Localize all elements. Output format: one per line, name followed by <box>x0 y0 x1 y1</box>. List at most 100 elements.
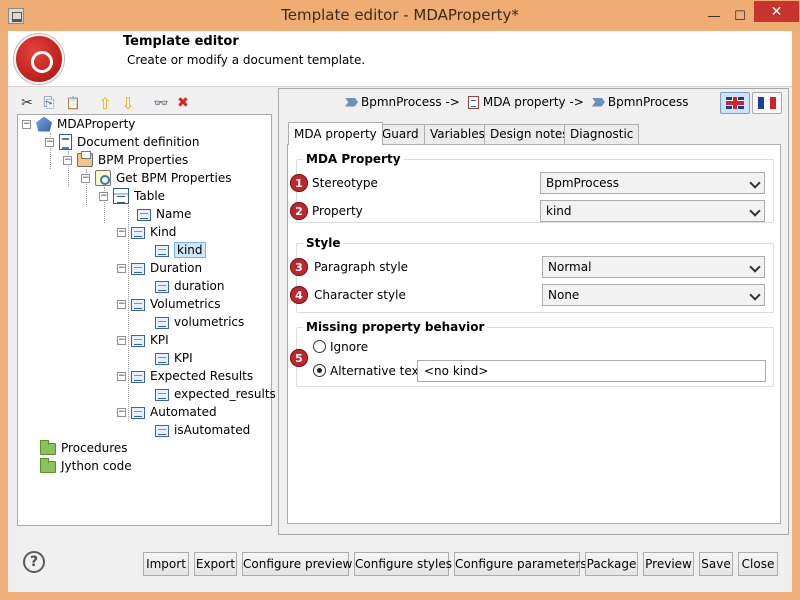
delete-icon[interactable]: ✖ <box>174 94 192 112</box>
collapse-toggle[interactable]: − <box>117 407 126 417</box>
collapse-toggle[interactable]: − <box>117 299 126 309</box>
english-language-button[interactable] <box>720 92 750 114</box>
header-title: Template editor <box>123 34 239 49</box>
step-badge-4: 4 <box>290 286 308 304</box>
collapse-toggle[interactable]: − <box>45 137 54 147</box>
group-title: MDA Property <box>303 152 404 166</box>
copy-icon[interactable]: ⎘ <box>40 94 58 112</box>
tree-node-label: KPI <box>174 351 193 365</box>
character-style-value: None <box>548 288 580 302</box>
configure-styles-button[interactable]: Configure styles <box>354 552 452 576</box>
tree-node-table[interactable]: − Table <box>99 187 165 205</box>
minimize-button[interactable]: — <box>703 7 725 25</box>
collapse-toggle[interactable]: − <box>22 119 31 129</box>
tree-node-label: isAutomated <box>174 423 251 437</box>
french-language-button[interactable] <box>752 92 782 114</box>
find-icon[interactable]: 👓 <box>152 94 170 112</box>
tree-node-label: Automated <box>150 405 217 419</box>
tab-design-notes[interactable]: Design notes <box>484 124 575 144</box>
collapse-toggle[interactable]: − <box>81 173 90 183</box>
property-label: Property <box>312 204 363 218</box>
collapse-toggle[interactable]: − <box>117 263 126 273</box>
tree-node-label: Get BPM Properties <box>116 171 232 185</box>
property-select[interactable]: kind <box>540 200 765 222</box>
tree-node-row[interactable]: − Duration <box>117 259 202 277</box>
collapse-toggle[interactable]: − <box>63 155 72 165</box>
package-button[interactable]: Package <box>585 552 638 576</box>
alternative-text-input[interactable]: <no kind> <box>417 360 766 382</box>
tree-node-row[interactable]: − Automated <box>117 403 217 421</box>
collapse-toggle[interactable]: − <box>117 371 126 381</box>
close-window-button[interactable]: ✕ <box>754 1 799 22</box>
tree-node-property[interactable]: isAutomated <box>155 421 250 439</box>
paste-icon[interactable]: 📋 <box>64 94 82 112</box>
configure-preview-button[interactable]: Configure preview <box>242 552 352 576</box>
breadcrumb-item[interactable]: BpmnProcess <box>591 95 689 109</box>
step-badge-1: 1 <box>290 174 308 192</box>
row-icon <box>131 335 145 347</box>
tree-node-get-bpm-properties[interactable]: − Get BPM Properties <box>81 169 231 187</box>
preview-button[interactable]: Preview <box>643 552 694 576</box>
export-button[interactable]: Export <box>194 552 237 576</box>
row-icon <box>131 407 145 419</box>
property-icon <box>155 353 169 365</box>
tree-node-row[interactable]: − Kind <box>117 223 176 241</box>
tree-node-row[interactable]: Name <box>137 205 191 223</box>
character-style-select[interactable]: None <box>542 284 765 306</box>
collapse-toggle[interactable]: − <box>99 191 108 201</box>
tree-node-label: volumetrics <box>174 315 245 329</box>
tree-node-label: Name <box>156 207 192 221</box>
tree-node-property-selected[interactable]: kind <box>155 241 206 259</box>
ignore-radio[interactable] <box>313 340 326 353</box>
tree-node-row[interactable]: − Volumetrics <box>117 295 220 313</box>
tab-variables[interactable]: Variables <box>424 124 491 144</box>
tree-node-jython-code[interactable]: Jython code <box>40 457 132 475</box>
tree-node-row[interactable]: − Expected Results <box>117 367 253 385</box>
tab-content-mda-property: MDA Property 1 Stereotype BpmProcess 2 P… <box>287 144 781 524</box>
template-tree[interactable]: − MDAProperty − Document definition − BP… <box>17 114 276 526</box>
save-button[interactable]: Save <box>699 552 733 576</box>
breadcrumb: BpmnProcess -> MDA property -> BpmnProce… <box>345 94 697 110</box>
tree-node-property[interactable]: duration <box>155 277 225 295</box>
close-button[interactable]: Close <box>738 552 778 576</box>
paragraph-style-label: Paragraph style <box>314 260 409 274</box>
alternative-text-radio[interactable] <box>313 364 326 377</box>
scissors-icon[interactable]: ✂ <box>18 94 36 112</box>
tree-node-root[interactable]: − MDAProperty <box>22 115 135 133</box>
app-logo-icon <box>14 34 64 84</box>
step-badge-2: 2 <box>290 202 308 220</box>
stereotype-select[interactable]: BpmProcess <box>540 172 765 194</box>
configure-parameters-button[interactable]: Configure parameters <box>454 552 587 576</box>
alternative-text-label: Alternative text <box>330 364 424 378</box>
tree-node-property[interactable]: KPI <box>155 349 193 367</box>
row-icon <box>131 371 145 383</box>
group-title: Missing property behavior <box>303 320 488 334</box>
collapse-toggle[interactable]: − <box>117 335 126 345</box>
tree-node-property[interactable]: volumetrics <box>155 313 244 331</box>
tree-node-row[interactable]: − KPI <box>117 331 169 349</box>
tab-diagnostic[interactable]: Diagnostic <box>564 124 640 144</box>
help-icon[interactable]: ? <box>23 551 45 573</box>
tree-node-document-definition[interactable]: − Document definition <box>45 133 199 151</box>
character-style-label: Character style <box>314 288 406 302</box>
maximize-button[interactable]: ☐ <box>729 7 751 25</box>
tab-mda-property[interactable]: MDA property <box>288 122 383 145</box>
tree-node-label: Duration <box>150 261 203 275</box>
tree-node-procedures[interactable]: Procedures <box>40 439 128 457</box>
breadcrumb-item[interactable]: MDA property -> <box>467 95 584 109</box>
tree-node-bpm-properties[interactable]: − BPM Properties <box>63 151 188 169</box>
property-icon <box>155 389 169 401</box>
move-up-icon[interactable]: ⇧ <box>96 94 114 113</box>
paragraph-style-select[interactable]: Normal <box>542 256 765 278</box>
import-button[interactable]: Import <box>143 552 189 576</box>
tab-guard[interactable]: Guard <box>376 124 425 144</box>
tree-node-property[interactable]: expected_results <box>155 385 276 403</box>
paragraph-style-value: Normal <box>548 260 592 274</box>
property-value: kind <box>546 204 572 218</box>
collapse-toggle[interactable]: − <box>117 227 126 237</box>
english-flag-icon <box>726 97 744 109</box>
document-icon <box>467 95 479 109</box>
row-icon <box>131 263 145 275</box>
move-down-icon[interactable]: ⇩ <box>119 94 137 113</box>
breadcrumb-item[interactable]: BpmnProcess -> <box>345 95 460 109</box>
